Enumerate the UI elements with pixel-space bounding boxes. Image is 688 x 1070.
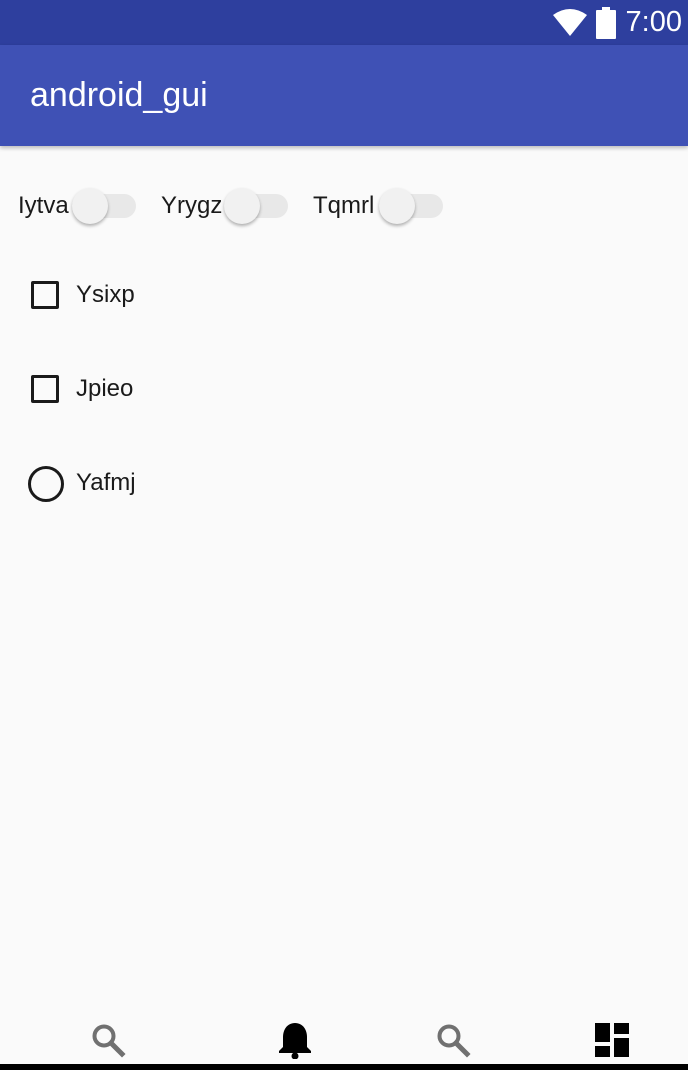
switch-label: Yrygz bbox=[161, 192, 223, 219]
radio-label: Yafmj bbox=[76, 469, 136, 496]
app-bar: android_gui bbox=[0, 45, 688, 146]
switch-thumb[interactable] bbox=[72, 188, 108, 224]
switch-yrygz[interactable]: Yrygz bbox=[161, 184, 291, 228]
bottom-navigation bbox=[0, 1014, 688, 1070]
switch-label: Tqmrl bbox=[313, 192, 375, 219]
checkbox-jpieo[interactable]: Jpieo bbox=[28, 369, 133, 409]
checkbox-box[interactable] bbox=[28, 278, 62, 312]
nav-dashboard-button[interactable] bbox=[582, 1014, 642, 1070]
status-time: 7:00 bbox=[625, 6, 682, 38]
search-icon bbox=[435, 1022, 471, 1063]
dashboard-icon bbox=[595, 1022, 629, 1062]
bell-icon bbox=[277, 1021, 313, 1064]
status-bar: 7:00 bbox=[0, 0, 688, 45]
battery-icon bbox=[595, 6, 616, 39]
radio-button[interactable] bbox=[28, 466, 64, 502]
nav-search-button[interactable] bbox=[78, 1014, 138, 1070]
switch-tqmrl[interactable]: Tqmrl bbox=[313, 184, 448, 228]
bottom-edge bbox=[0, 1064, 688, 1070]
checkbox-box[interactable] bbox=[28, 372, 62, 406]
app-title: android_gui bbox=[30, 76, 208, 114]
switch-thumb[interactable] bbox=[224, 188, 260, 224]
checkbox-label: Ysixp bbox=[76, 281, 135, 308]
search-icon bbox=[90, 1022, 126, 1063]
switch-label: Iytva bbox=[18, 192, 69, 219]
status-icons: 7:00 bbox=[552, 0, 682, 45]
nav-notifications-button[interactable] bbox=[265, 1014, 325, 1070]
checkbox-label: Jpieo bbox=[76, 375, 134, 402]
wifi-icon bbox=[552, 8, 588, 37]
switch-thumb[interactable] bbox=[379, 188, 415, 224]
switch-iytva[interactable]: Iytva bbox=[18, 184, 138, 228]
radio-yafmj[interactable]: Yafmj bbox=[28, 463, 136, 503]
nav-search-button-2[interactable] bbox=[423, 1014, 483, 1070]
checkbox-ysixp[interactable]: Ysixp bbox=[28, 275, 135, 315]
